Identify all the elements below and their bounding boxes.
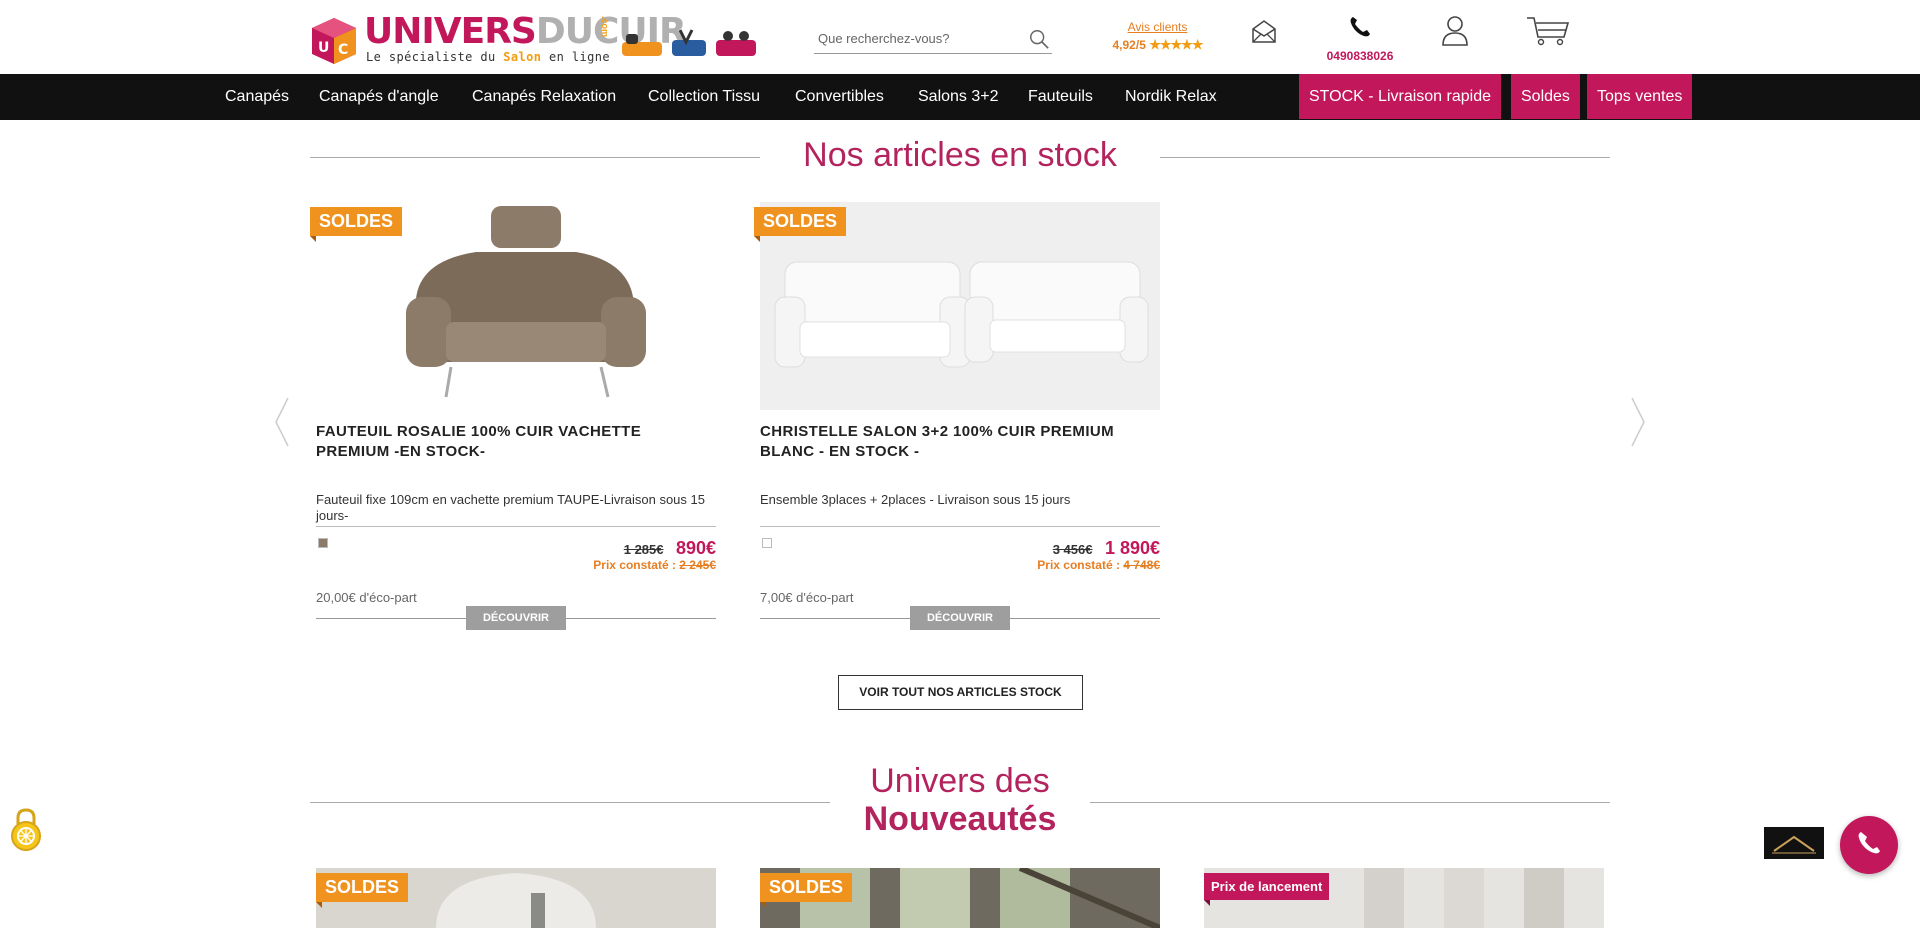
nav-soldes[interactable]: Soldes — [1511, 74, 1580, 119]
sofas-illustration-icon — [622, 29, 756, 56]
sale-badge: SOLDES — [316, 873, 409, 908]
sale-badge: SOLDES — [310, 207, 403, 242]
logo-domain: .com — [600, 16, 610, 38]
section-divider — [310, 802, 830, 803]
product-title[interactable]: FAUTEUIL ROSALIE 100% CUIR VACHETTE PREM… — [316, 422, 716, 462]
cart-icon[interactable] — [1526, 15, 1570, 47]
nav-canapes-relaxation[interactable]: Canapés Relaxation — [472, 74, 616, 120]
product-description: Ensemble 3places + 2places - Livraison s… — [760, 492, 1071, 507]
divider — [316, 526, 716, 527]
carousel-next-arrow-icon[interactable] — [1628, 396, 1648, 448]
phone-contact[interactable]: 0490838026 — [1316, 14, 1404, 63]
section-divider — [1160, 157, 1610, 158]
cookie-settings-icon[interactable] — [8, 806, 44, 852]
current-price: 1 890€ — [1104, 538, 1160, 558]
phone-icon — [1350, 17, 1370, 37]
old-price: 3 456€ — [1052, 542, 1093, 557]
logo-tagline: Le spécialiste du Salon en ligne — [366, 50, 610, 64]
section-divider — [310, 157, 760, 158]
carousel-prev-arrow-icon[interactable] — [272, 396, 292, 448]
news-section-title: Univers des Nouveautés — [863, 762, 1057, 838]
svg-text:U: U — [318, 40, 329, 56]
product-card[interactable]: SOLDES FAUTEUIL ROSALIE 100% CUIR VACHET… — [310, 202, 716, 632]
news-card[interactable]: SOLDES — [760, 868, 1160, 928]
nav-canapes-angle[interactable]: Canapés d'angle — [319, 74, 439, 120]
customer-reviews: Avis clients 4,92/5 ★★★★★ — [1100, 20, 1215, 53]
stock-section-title: Nos articles en stock — [803, 136, 1117, 174]
section-divider — [1090, 802, 1610, 803]
nav-fauteuils[interactable]: Fauteuils — [1028, 74, 1093, 120]
eco-participation: 20,00€ d'éco-part — [316, 590, 417, 605]
divider — [760, 526, 1160, 527]
product-card[interactable]: SOLDES CHRISTELLE SALON 3+2 100% CUIR PR… — [754, 202, 1160, 632]
price-row: 3 456€ 1 890€ — [1053, 538, 1160, 559]
rating-stars-icon: ★★★★★ — [1149, 37, 1203, 52]
site-header: U C UNIVERSDUCUIR .com Le spécialiste du… — [0, 0, 1920, 74]
reviews-link[interactable]: Avis clients — [1100, 20, 1215, 34]
discover-button[interactable]: DÉCOUVRIR — [910, 606, 1010, 630]
phone-icon — [1858, 832, 1880, 854]
scroll-to-top-button[interactable] — [1764, 827, 1824, 859]
nav-canapes[interactable]: Canapés — [225, 74, 289, 120]
chevron-up-icon — [1772, 835, 1816, 854]
color-swatch[interactable] — [762, 538, 772, 548]
color-swatch[interactable] — [318, 538, 328, 548]
old-price: 1 285€ — [623, 542, 664, 557]
nav-stock[interactable]: STOCK - Livraison rapide — [1299, 74, 1501, 119]
news-card[interactable]: Prix de lancement — [1204, 868, 1604, 928]
eco-participation: 7,00€ d'éco-part — [760, 590, 854, 605]
product-description: Fauteuil fixe 109cm en vachette premium … — [316, 492, 705, 523]
nav-convertibles[interactable]: Convertibles — [795, 74, 884, 120]
product-title[interactable]: CHRISTELLE SALON 3+2 100% CUIR PREMIUM B… — [760, 422, 1160, 462]
search-icon[interactable] — [1028, 28, 1050, 50]
reviews-rating: 4,92/5 ★★★★★ — [1112, 37, 1204, 52]
search-bar — [814, 24, 1052, 54]
launch-price-badge: Prix de lancement — [1204, 873, 1330, 906]
nav-tops-ventes[interactable]: Tops ventes — [1587, 74, 1693, 119]
svg-text:C: C — [338, 42, 348, 58]
nav-salons[interactable]: Salons 3+2 — [918, 74, 999, 120]
search-input[interactable] — [814, 24, 1014, 52]
reference-price: Prix constaté : 2 245€ — [593, 558, 716, 572]
nav-nordik-relax[interactable]: Nordik Relax — [1125, 74, 1217, 120]
see-all-stock-button[interactable]: VOIR TOUT NOS ARTICLES STOCK — [838, 675, 1083, 710]
phone-number: 0490838026 — [1326, 49, 1394, 63]
main-navigation: Canapés Canapés d'angle Canapés Relaxati… — [0, 74, 1920, 120]
site-logo[interactable]: U C UNIVERSDUCUIR .com Le spécialiste du… — [310, 14, 687, 66]
discover-button[interactable]: DÉCOUVRIR — [466, 606, 566, 630]
user-account-icon[interactable] — [1440, 15, 1470, 47]
price-row: 1 285€ 890€ — [624, 538, 716, 559]
call-button[interactable] — [1840, 816, 1898, 874]
sale-badge: SOLDES — [754, 207, 847, 242]
sale-badge: SOLDES — [760, 873, 853, 908]
logo-cube-icon: U C — [312, 18, 356, 64]
news-card[interactable]: SOLDES — [316, 868, 716, 928]
mail-icon[interactable] — [1250, 18, 1278, 46]
reference-price: Prix constaté : 4 748€ — [1037, 558, 1160, 572]
nav-collection-tissu[interactable]: Collection Tissu — [648, 74, 760, 120]
current-price: 890€ — [675, 538, 716, 558]
